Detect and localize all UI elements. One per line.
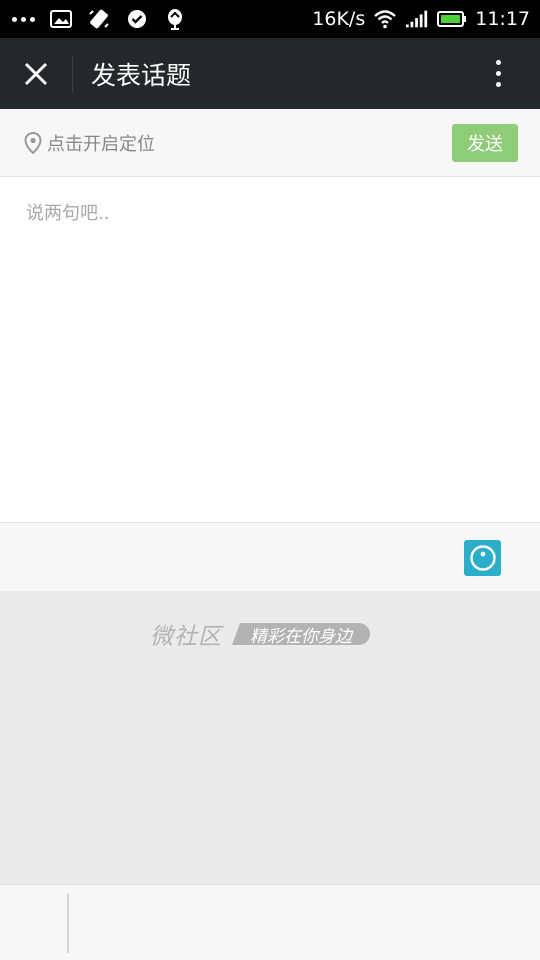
compose-toolbar xyxy=(0,523,540,591)
title-divider xyxy=(72,55,73,92)
title-bar: 发表话题 xyxy=(0,38,540,109)
wifi-icon xyxy=(373,7,397,31)
compose-textarea[interactable]: 说两句吧.. xyxy=(0,177,540,523)
emoji-icon xyxy=(469,545,496,571)
app-notification-icon xyxy=(163,7,187,31)
clock: 11:17 xyxy=(475,8,530,30)
status-right: 16K/s 11:17 xyxy=(312,7,530,31)
bottom-divider xyxy=(67,893,69,953)
image-icon xyxy=(49,7,73,31)
brand-logo: 微社区 精彩在你身边 xyxy=(150,617,370,651)
page-title: 发表话题 xyxy=(91,60,192,90)
brand-name: 微社区 xyxy=(150,624,222,650)
check-circle-icon xyxy=(125,7,149,31)
location-row: 点击开启定位 发送 xyxy=(0,109,540,177)
status-left-icons xyxy=(12,7,187,31)
close-icon xyxy=(24,62,48,85)
bottom-bar xyxy=(0,884,540,960)
phone-vibrate-icon xyxy=(87,7,111,31)
emoji-button[interactable] xyxy=(464,540,501,576)
status-bar: 16K/s 11:17 xyxy=(0,0,540,38)
more-options-button[interactable] xyxy=(456,38,540,109)
enable-location-link[interactable]: 点击开启定位 xyxy=(47,130,452,156)
more-dots-icon xyxy=(12,16,35,22)
send-button[interactable]: 发送 xyxy=(452,123,518,162)
location-pin-icon xyxy=(24,131,44,155)
signal-icon xyxy=(405,7,429,31)
brand-slogan: 精彩在你身边 xyxy=(232,623,370,645)
network-speed: 16K/s xyxy=(312,8,366,30)
branding-area: 微社区 精彩在你身边 xyxy=(0,591,540,884)
battery-icon xyxy=(437,7,467,31)
compose-placeholder: 说两句吧.. xyxy=(26,203,110,224)
close-button[interactable] xyxy=(0,38,72,109)
more-vertical-icon xyxy=(495,60,501,87)
